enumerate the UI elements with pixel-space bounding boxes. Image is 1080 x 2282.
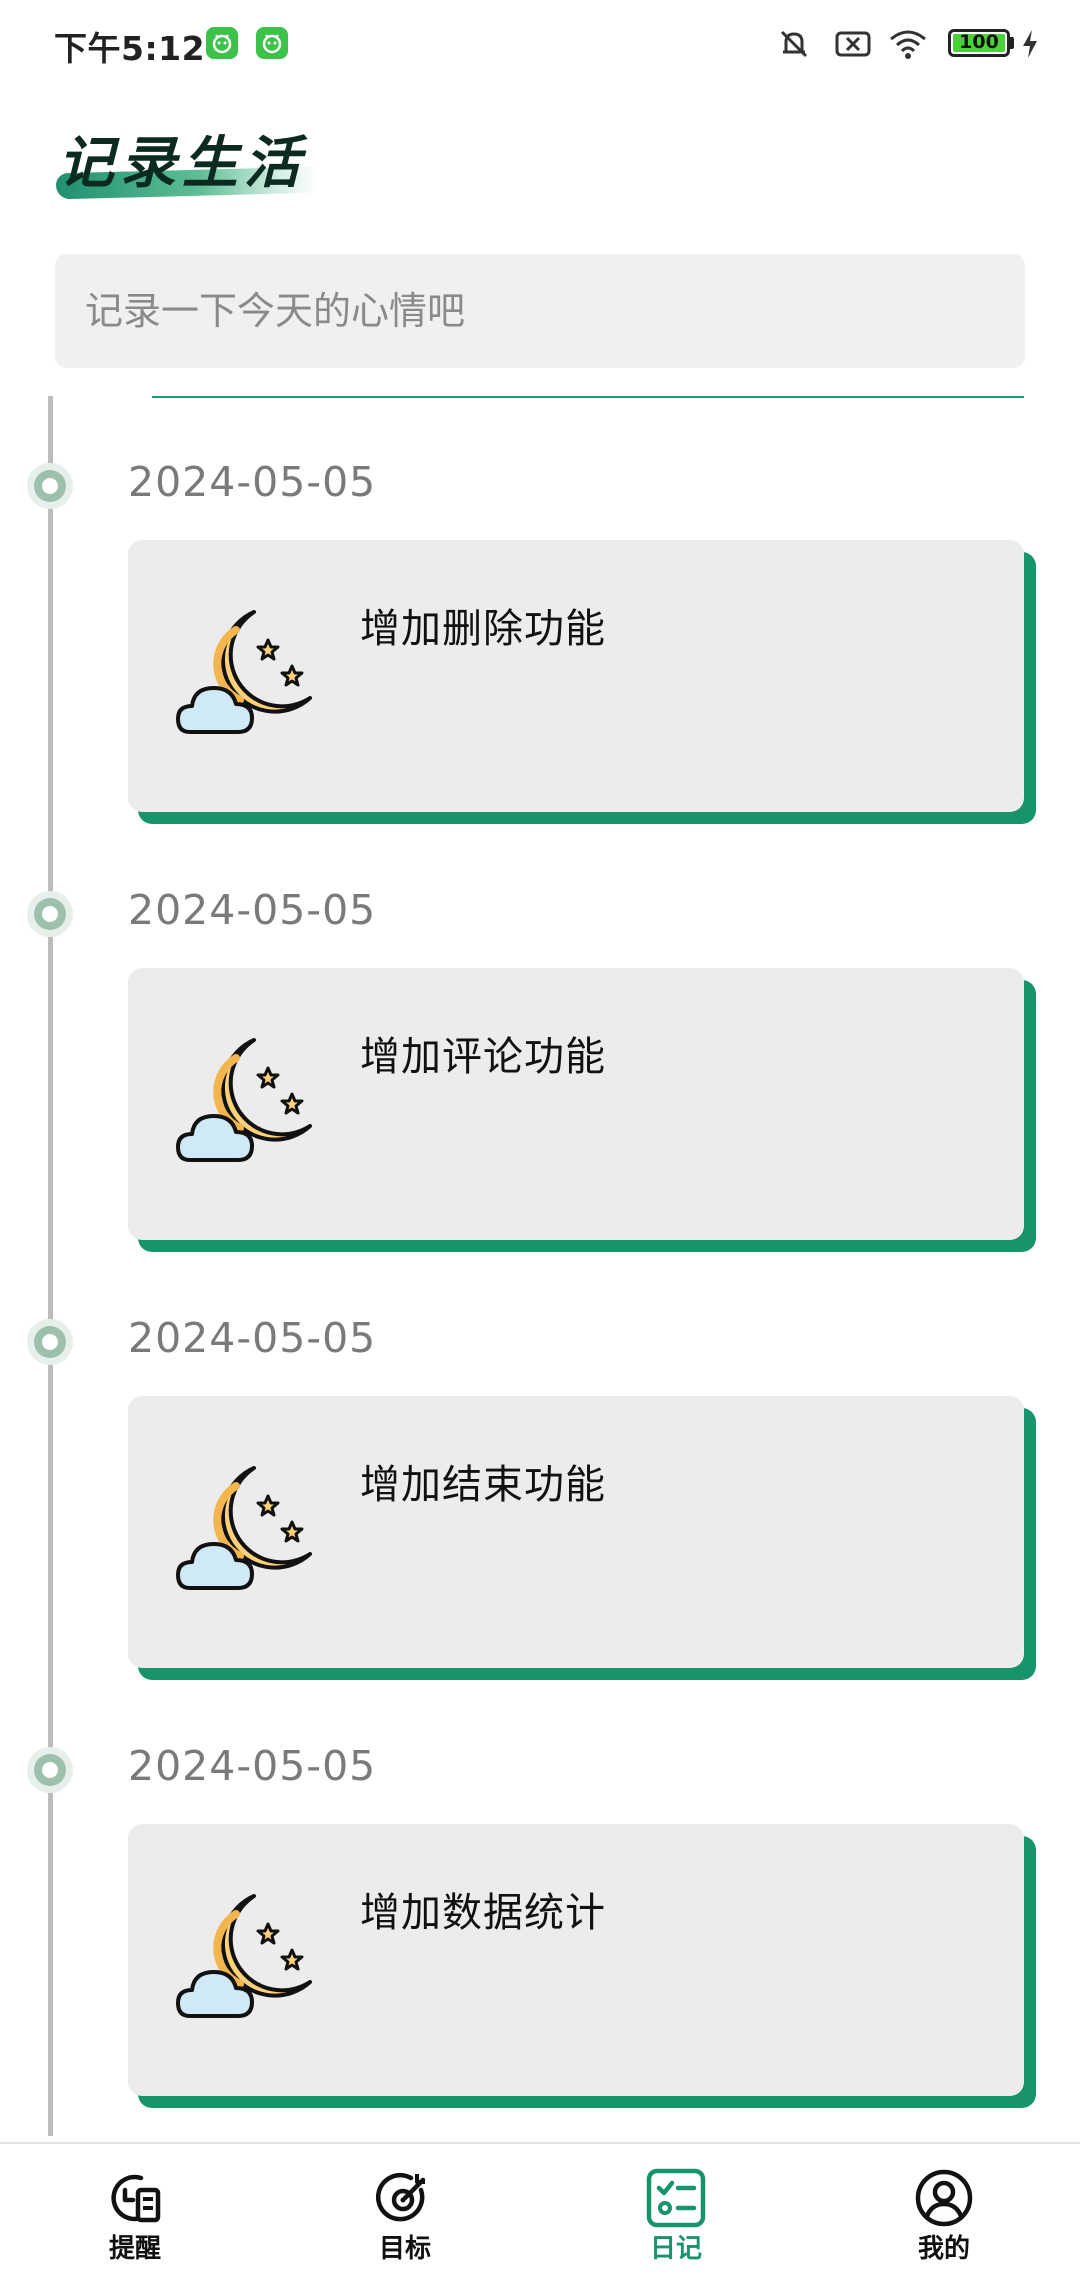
nav-item-diary[interactable]: 日记 — [596, 2168, 756, 2265]
entry-card[interactable]: 增加删除功能 — [128, 540, 1024, 812]
reminder-icon — [105, 2168, 165, 2228]
status-bar: 下午5:12 100 — [0, 0, 1080, 92]
no-sim-icon — [834, 26, 872, 66]
entry-date: 2024-05-05 — [128, 1742, 377, 1790]
page-title: 记录生活 — [58, 131, 306, 196]
entry-card[interactable]: 增加结束功能 — [128, 1396, 1024, 1668]
moon-cloud-icon — [176, 1456, 316, 1596]
moon-cloud-icon — [176, 600, 316, 740]
bottom-nav: 提醒 目标 日记 我的 — [0, 2142, 1080, 2282]
entry-card[interactable]: 增加数据统计 — [128, 1824, 1024, 2096]
entry-title: 增加数据统计 — [360, 1890, 606, 1936]
entry-date: 2024-05-05 — [128, 458, 377, 506]
entry-title: 增加评论功能 — [360, 1034, 606, 1080]
diary-checklist-icon — [646, 2168, 706, 2228]
entry-title: 增加结束功能 — [360, 1462, 606, 1508]
charging-icon — [1020, 26, 1040, 66]
entry-date: 2024-05-05 — [128, 886, 377, 934]
wifi-icon — [888, 26, 928, 66]
nav-label: 日记 — [649, 2234, 702, 2264]
mute-icon — [776, 26, 812, 66]
android-notification-icon — [206, 27, 238, 59]
moon-cloud-icon — [176, 1028, 316, 1168]
android-notification-icon — [256, 27, 288, 59]
status-time: 下午5:12 — [54, 29, 206, 68]
timeline-dot — [27, 1319, 73, 1365]
battery-icon: 100 — [948, 29, 1010, 57]
moon-cloud-icon — [176, 1884, 316, 2024]
timeline-dot — [27, 463, 73, 509]
target-icon — [375, 2168, 435, 2228]
entry-card[interactable]: 增加评论功能 — [128, 968, 1024, 1240]
user-icon — [914, 2168, 974, 2228]
page-header: 记录生活 — [55, 124, 336, 204]
nav-label: 我的 — [917, 2234, 970, 2264]
entry-date: 2024-05-05 — [128, 1314, 377, 1362]
nav-item-profile[interactable]: 我的 — [864, 2168, 1024, 2265]
entry-title: 增加删除功能 — [360, 606, 606, 652]
timeline-dot — [27, 891, 73, 937]
timeline-line — [48, 396, 53, 2136]
nav-item-reminder[interactable]: 提醒 — [55, 2168, 215, 2265]
mood-input[interactable] — [55, 254, 1025, 368]
nav-item-target[interactable]: 目标 — [325, 2168, 485, 2265]
battery-level: 100 — [959, 31, 999, 53]
divider — [152, 396, 1024, 398]
nav-label: 提醒 — [108, 2234, 161, 2264]
timeline-dot — [27, 1747, 73, 1793]
nav-label: 目标 — [378, 2234, 431, 2264]
